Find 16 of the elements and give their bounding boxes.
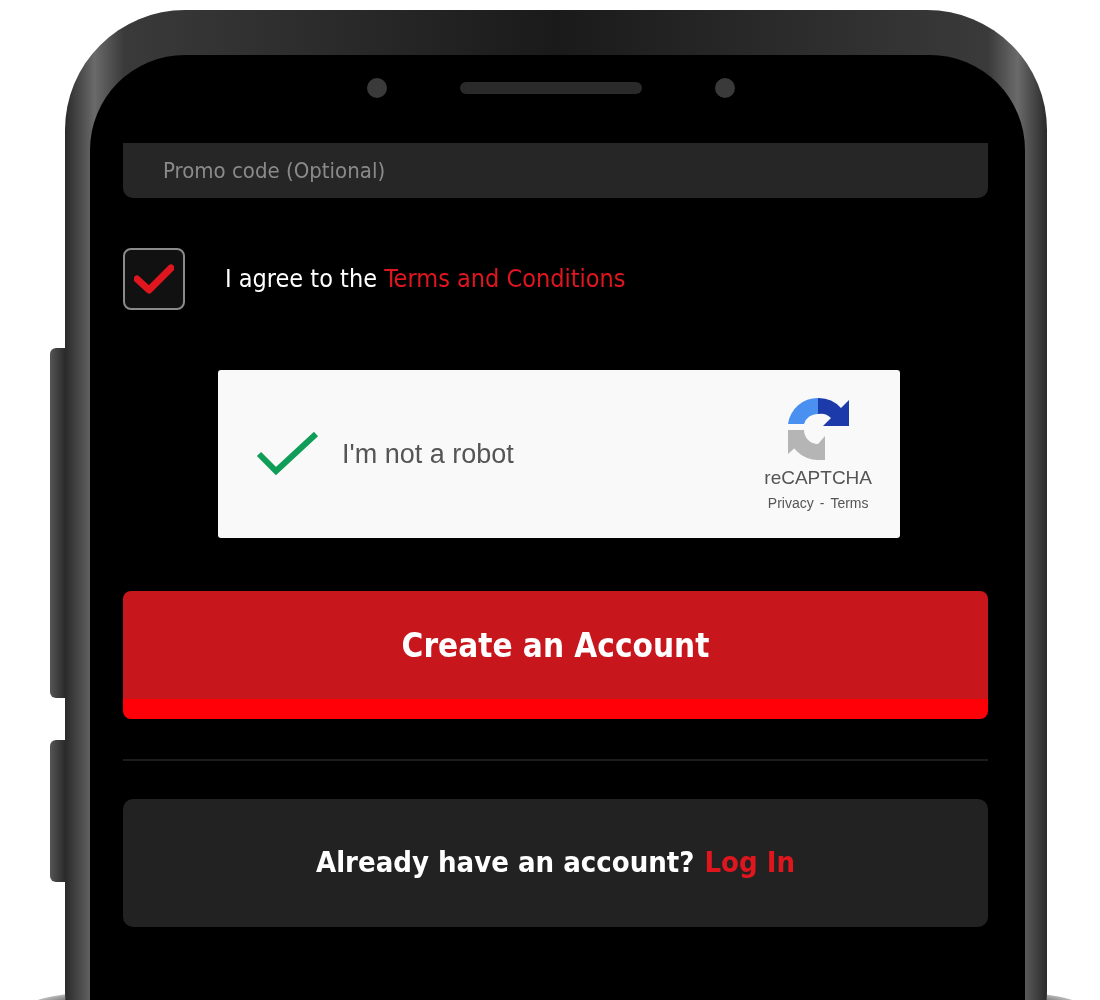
privacy-link[interactable]: Privacy [767,492,814,514]
camera-icon [366,77,387,98]
captcha-label: I'm not a robot [342,437,514,471]
login-prompt: Already have an account? [315,844,695,882]
terms-link[interactable]: Terms [830,492,869,514]
sensor-icon [714,77,735,98]
captcha-checkbox[interactable] [256,430,320,478]
check-icon [134,263,174,295]
captcha-brand-label: reCAPTCHA [764,466,872,491]
create-account-button[interactable]: Create an Account [123,591,988,719]
separator-text: - [819,493,825,513]
terms-label: I agree to the Terms and Conditions [225,263,626,296]
promo-code-field[interactable]: Promo code (Optional) [123,143,988,198]
terms-checkbox[interactable] [123,248,185,310]
login-link[interactable]: Log In [704,841,796,885]
terms-link[interactable]: Terms and Conditions [384,264,626,294]
